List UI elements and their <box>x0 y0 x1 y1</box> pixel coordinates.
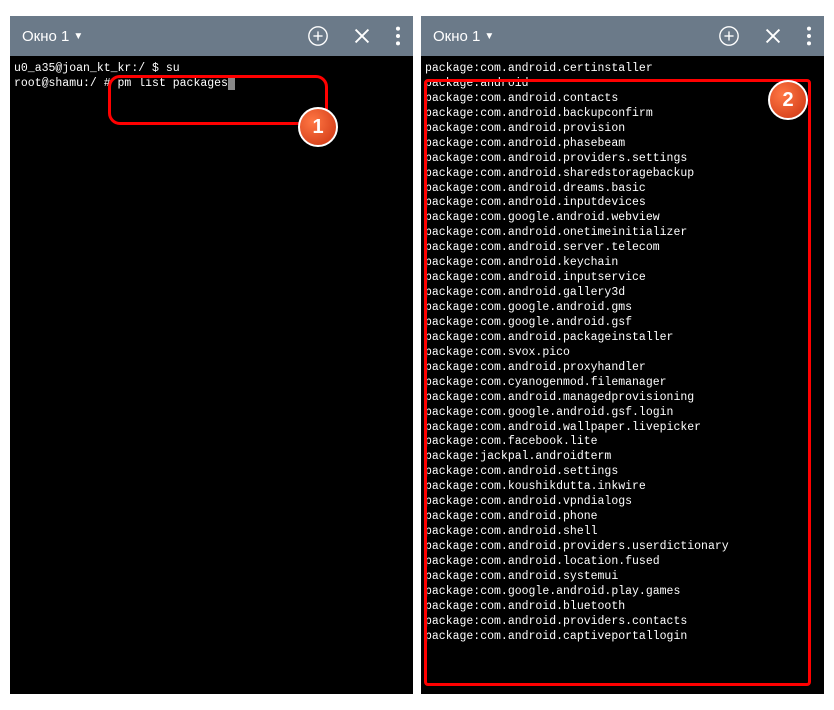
terminal-line: u0_a35@joan_kt_kr:/ $ su <box>14 62 409 77</box>
package-line: package:com.android.contacts <box>425 92 820 107</box>
package-line: package:com.google.android.webview <box>425 211 820 226</box>
package-line: package:com.android.phone <box>425 510 820 525</box>
chevron-down-icon: ▼ <box>73 31 83 42</box>
package-line: package:com.android.location.fused <box>425 555 820 570</box>
package-line: package:com.android.vpndialogs <box>425 495 820 510</box>
title-bar-left: Окно 1 ▼ <box>10 16 413 56</box>
package-line: package:com.android.inputservice <box>425 271 820 286</box>
package-line: package:com.android.dreams.basic <box>425 182 820 197</box>
terminal-output-left[interactable]: u0_a35@joan_kt_kr:/ $ su root@shamu:/ # … <box>10 56 413 694</box>
command-text: pm list packages <box>118 77 228 90</box>
more-menu-button[interactable] <box>806 25 812 47</box>
add-tab-button[interactable] <box>307 25 329 47</box>
package-line: package:com.google.android.gsf <box>425 316 820 331</box>
prompt-text: root@shamu:/ # <box>14 77 118 90</box>
window-title: Окно 1 <box>433 28 480 45</box>
window-title-dropdown[interactable]: Окно 1 ▼ <box>22 28 83 45</box>
package-line: package:com.android.packageinstaller <box>425 331 820 346</box>
badge-number: 2 <box>782 89 793 112</box>
package-line: package:com.koushikdutta.inkwire <box>425 480 820 495</box>
chevron-down-icon: ▼ <box>484 31 494 42</box>
terminal-output-right[interactable]: package:com.android.certinstallerpackage… <box>421 56 824 694</box>
package-line: package:com.android.onetimeinitializer <box>425 226 820 241</box>
package-line: package:com.android.provision <box>425 122 820 137</box>
package-line: package:jackpal.androidterm <box>425 450 820 465</box>
package-line: package:com.android.bluetooth <box>425 600 820 615</box>
package-line: package:com.facebook.lite <box>425 435 820 450</box>
package-line: package:com.google.android.gsf.login <box>425 406 820 421</box>
window-title-dropdown[interactable]: Окно 1 ▼ <box>433 28 494 45</box>
package-line: package:com.android.keychain <box>425 256 820 271</box>
package-line: package:com.android.inputdevices <box>425 196 820 211</box>
window-title: Окно 1 <box>22 28 69 45</box>
package-list: package:com.android.certinstallerpackage… <box>425 62 820 645</box>
package-line: package:com.svox.pico <box>425 346 820 361</box>
close-button[interactable] <box>762 25 784 47</box>
package-line: package:com.android.captiveportallogin <box>425 630 820 645</box>
title-bar-right: Окно 1 ▼ <box>421 16 824 56</box>
package-line: package:com.android.shell <box>425 525 820 540</box>
cursor-icon <box>228 77 235 90</box>
package-line: package:com.android.providers.settings <box>425 152 820 167</box>
package-line: package:com.google.android.play.games <box>425 585 820 600</box>
package-line: package:android <box>425 77 820 92</box>
package-line: package:com.android.providers.userdictio… <box>425 540 820 555</box>
more-menu-button[interactable] <box>395 25 401 47</box>
package-line: package:com.android.gallery3d <box>425 286 820 301</box>
add-tab-button[interactable] <box>718 25 740 47</box>
package-line: package:com.android.settings <box>425 465 820 480</box>
package-line: package:com.android.backupconfirm <box>425 107 820 122</box>
annotation-badge-1: 1 <box>298 107 338 147</box>
package-line: package:com.android.systemui <box>425 570 820 585</box>
package-line: package:com.android.proxyhandler <box>425 361 820 376</box>
package-line: package:com.cyanogenmod.filemanager <box>425 376 820 391</box>
package-line: package:com.android.providers.contacts <box>425 615 820 630</box>
package-line: package:com.android.wallpaper.livepicker <box>425 421 820 436</box>
annotation-badge-2: 2 <box>768 80 808 120</box>
package-line: package:com.android.server.telecom <box>425 241 820 256</box>
command-text: su <box>166 62 180 75</box>
package-line: package:com.google.android.gms <box>425 301 820 316</box>
package-line: package:com.android.sharedstoragebackup <box>425 167 820 182</box>
terminal-window-left: Окно 1 ▼ <box>10 16 413 694</box>
package-line: package:com.android.managedprovisioning <box>425 391 820 406</box>
close-button[interactable] <box>351 25 373 47</box>
badge-number: 1 <box>312 116 323 139</box>
prompt-text: u0_a35@joan_kt_kr:/ $ <box>14 62 166 75</box>
terminal-window-right: Окно 1 ▼ <box>421 16 824 694</box>
title-actions <box>307 25 401 47</box>
terminal-line: root@shamu:/ # pm list packages <box>14 77 409 92</box>
package-line: package:com.android.certinstaller <box>425 62 820 77</box>
package-line: package:com.android.phasebeam <box>425 137 820 152</box>
title-actions <box>718 25 812 47</box>
